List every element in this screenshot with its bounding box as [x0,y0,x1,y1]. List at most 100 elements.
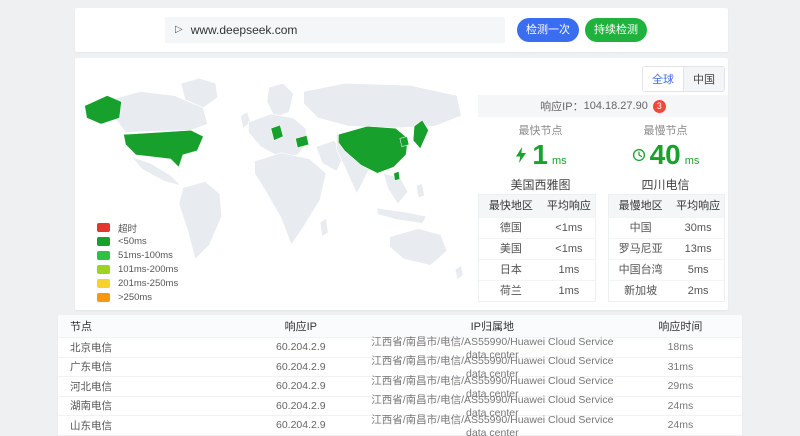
node-cell: 29ms [619,380,742,392]
node-header-cell: 响应IP [236,318,366,334]
region-row: 中国台湾5ms [609,259,724,280]
region-cell: 美国 [479,239,543,259]
region-cell: 新加坡 [609,281,672,301]
legend-label: >250ms [118,292,152,303]
region-header-cell: 最快地区 [479,195,543,217]
continuous-test-button[interactable]: 持续检测 [585,18,647,42]
map-landmass-new-zealand [455,265,463,279]
region-row: 中国30ms [609,217,724,238]
legend-item: >250ms [97,291,178,304]
legend-item: <50ms [97,235,178,248]
tab-china[interactable]: 中国 [683,67,724,91]
region-cell: 日本 [479,260,543,280]
region-cell: <1ms [543,239,595,259]
map-landmass-madagascar [320,218,328,236]
map-landmass-philippines [416,184,424,198]
node-header-cell: IP归属地 [366,318,619,334]
region-cell: 德国 [479,218,543,238]
legend-item: 超时 [97,221,178,234]
legend-swatch [97,279,110,288]
node-header-cell: 节点 [58,318,236,334]
node-cell: 河北电信 [58,379,236,394]
map-landmass-australia [390,229,447,266]
slowest-node-title: 最慢节点 [603,122,728,138]
map-landmass-scandinavia [267,83,294,118]
tab-global[interactable]: 全球 [643,67,683,91]
url-value: www.deepseek.com [191,23,298,37]
map-landmass-russia [304,83,462,128]
map-landmass-indonesia [377,208,426,223]
node-cell: 湖南电信 [58,398,236,413]
lightning-icon [514,147,528,163]
node-cell: 60.204.2.9 [236,419,366,431]
node-cell: 山东电信 [58,418,236,433]
node-cell: 江西省/南昌市/电信/AS55990/Huawei Cloud Service … [366,412,619,436]
ip-count-badge[interactable]: 3 [653,100,666,113]
fastest-node-location: 美国西雅图 [478,176,603,193]
region-table-header: 最慢地区平均响应 [609,195,724,217]
test-once-button[interactable]: 检测一次 [517,18,579,42]
node-cell: 北京电信 [58,340,236,355]
response-ip-label: 响应IP： [540,98,583,114]
region-cell: <1ms [543,218,595,238]
scope-tabs: 全球 中国 [642,66,725,92]
region-cell: 1ms [543,281,595,301]
region-cell: 13ms [672,239,724,259]
fastest-node-stat: 最快节点 1 ms 美国西雅图 [478,122,603,193]
legend-swatch [97,223,110,232]
stats-row: 最快节点 1 ms 美国西雅图 最慢节点 40 ms 四川电信 [478,122,728,193]
slowest-node-value: 40 [650,141,681,169]
legend-swatch [97,293,110,302]
legend-label: 201ms-250ms [118,278,178,289]
node-cell: 31ms [619,361,742,373]
fastest-regions-table: 最快地区平均响应德国<1ms美国<1ms日本1ms荷兰1ms [478,194,596,302]
legend-label: <50ms [118,236,147,247]
legend-swatch [97,251,110,260]
region-cell: 5ms [672,260,724,280]
region-cell: 中国 [609,218,672,238]
legend-swatch [97,237,110,246]
legend-label: 51ms-100ms [118,250,173,261]
region-header-cell: 平均响应 [672,195,724,217]
legend-item: 51ms-100ms [97,249,178,262]
response-ip-value: 104.18.27.90 [584,100,648,112]
region-cell: 30ms [672,218,724,238]
region-cell: 中国台湾 [609,260,672,280]
region-row: 荷兰1ms [479,280,595,301]
node-cell: 60.204.2.9 [236,380,366,392]
region-table-header: 最快地区平均响应 [479,195,595,217]
legend-label: 超时 [118,221,137,235]
fastest-node-title: 最快节点 [478,122,603,138]
summary-panel: 全球 中国 响应IP： 104.18.27.90 3 最快节点 1 ms 美国西… [478,58,728,310]
region-row: 新加坡2ms [609,280,724,301]
node-cell: 24ms [619,419,742,431]
region-cell: 罗马尼亚 [609,239,672,259]
node-cell: 60.204.2.9 [236,341,366,353]
clock-icon [632,147,646,163]
url-input[interactable]: ▷ www.deepseek.com [165,17,505,43]
region-cell: 2ms [672,281,724,301]
legend-swatch [97,265,110,274]
map-landmass-africa [255,153,327,245]
map-country-taiwan [394,171,400,180]
map-landmass-south-america [179,181,222,259]
slowest-regions-table: 最慢地区平均响应中国30ms罗马尼亚13ms中国台湾5ms新加坡2ms [608,194,725,302]
map-legend: 超时<50ms 51ms-100ms 101ms-200ms 201ms-250ms >… [97,221,178,305]
region-row: 日本1ms [479,259,595,280]
node-table: 节点响应IPIP归属地响应时间北京电信60.204.2.9江西省/南昌市/电信/… [58,315,742,436]
node-cell: 60.204.2.9 [236,400,366,412]
slowest-node-location: 四川电信 [603,176,728,193]
region-header-cell: 最慢地区 [609,195,672,217]
legend-item: 101ms-200ms [97,263,178,276]
legend-label: 101ms-200ms [118,264,178,275]
node-cell: 18ms [619,341,742,353]
region-header-cell: 平均响应 [543,195,595,217]
response-ip-bar: 响应IP： 104.18.27.90 3 [478,95,728,117]
region-row: 罗马尼亚13ms [609,238,724,259]
region-row: 美国<1ms [479,238,595,259]
slowest-node-unit: ms [685,155,700,167]
region-cell: 荷兰 [479,281,543,301]
fastest-node-unit: ms [552,155,567,167]
node-cell: 广东电信 [58,359,236,374]
region-row: 德国<1ms [479,217,595,238]
